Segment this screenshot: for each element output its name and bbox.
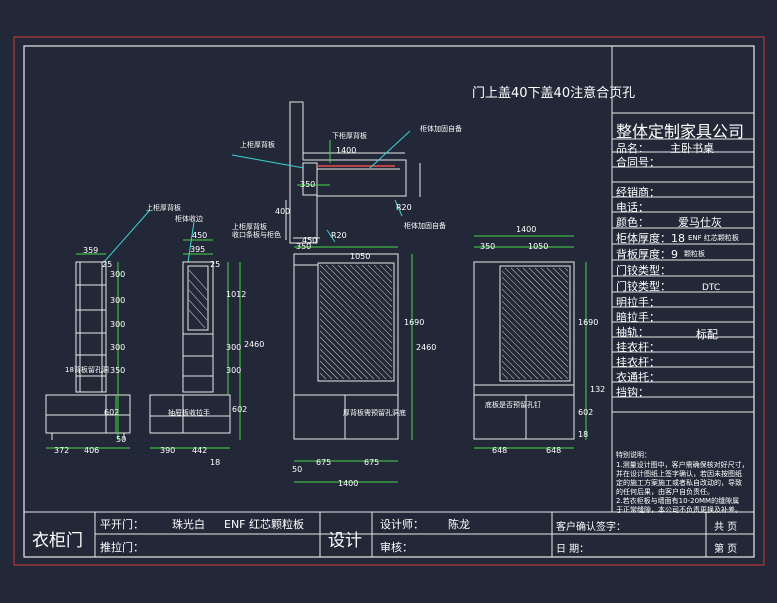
row-hinge-type2-value: DTC — [702, 283, 721, 293]
drawing-label: 132 — [590, 385, 606, 394]
drawing-label: 350 — [296, 242, 312, 251]
drawing-label: 648 — [492, 446, 508, 455]
drawing-label: 300 — [110, 296, 126, 305]
drawing-label: 300 — [226, 366, 242, 375]
drawing-label: 300 — [226, 343, 242, 352]
drawing-label: 400 — [275, 207, 291, 216]
row-hinge-type-label: 门铰类型： — [616, 264, 671, 277]
drawing-label: R20 — [331, 231, 347, 240]
drawing-label: 18 — [578, 430, 589, 439]
drawing-label: 406 — [84, 446, 100, 455]
row-color-label: 颜色： — [616, 216, 649, 229]
drawing-label: 50 — [292, 465, 303, 474]
desk-section-view — [285, 101, 421, 244]
drawing-label: 675 — [364, 458, 380, 467]
row-drawer-rail-label: 抽轨： — [616, 326, 649, 339]
designer-label: 设计师： — [380, 518, 424, 531]
row-hinge-type2-label: 门铰类型： — [616, 280, 671, 293]
row-back-thickness-label: 背板厚度：9 — [616, 248, 678, 261]
flat-door-material: ENF 红芯颗粒板 — [224, 518, 305, 531]
drawing-label: 602 — [104, 408, 120, 417]
drawing-label: 厚背板需预留孔洞底 — [343, 409, 406, 417]
drawing-label: 442 — [192, 446, 208, 455]
drawing-label: 372 — [54, 446, 70, 455]
drawing-label: 395 — [190, 245, 206, 254]
drawing-label: 1050 — [528, 242, 549, 251]
drawing-label: 底板是否预留孔钉 — [485, 401, 541, 409]
drawing-label: 柜体收边 — [175, 215, 203, 223]
drawing-label: 1690 — [404, 318, 425, 327]
row-rail-holder-label: 衣通托： — [616, 371, 660, 384]
drawing-label: 350 — [110, 366, 126, 375]
design-label: 设计 — [328, 531, 362, 551]
row-hanger-label: 挂衣杆： — [616, 341, 660, 354]
designer-name: 陈龙 — [448, 518, 470, 531]
top-note: 门上盖40下盖40注意合页孔 — [472, 86, 636, 101]
drawing-label: 收口条板与柜色 — [232, 231, 281, 239]
client-sign-label: 客户确认签字： — [556, 522, 626, 533]
drawing-label: 18背板留孔洞 — [65, 366, 109, 374]
page-number-label: 第 页 — [714, 544, 738, 555]
drawing-label: 390 — [160, 446, 176, 455]
row-hanger2-label: 挂衣杆： — [616, 356, 660, 369]
drawing-label: 柜体加固自备 — [404, 222, 446, 230]
drawing-label: 抽屉板收拉手 — [168, 409, 210, 417]
drawing-label: 602 — [232, 405, 248, 414]
drawing-label: 上柜厚背板 — [146, 204, 181, 212]
row-open-handle-label: 明拉手： — [616, 296, 660, 309]
review-label: 审核： — [380, 541, 413, 554]
drawing-label: 350 — [480, 242, 496, 251]
drawing-label: 25 — [102, 260, 113, 269]
drawing-label: 300 — [110, 270, 126, 279]
drawing-label: 602 — [578, 408, 594, 417]
drawing-label: 1400 — [338, 479, 359, 488]
row-hook-label: 挡钩： — [616, 386, 649, 399]
note-line: 于正常缝隙，本公司不负责更换及补差。 — [616, 506, 742, 514]
row-body-thickness-label: 柜体厚度：18 — [616, 232, 685, 245]
total-pages-label: 共 页 — [714, 522, 738, 533]
row-hidden-handle-label: 暗拉手： — [616, 311, 660, 324]
drawing-label: 25 — [210, 260, 221, 269]
row-product-value: 主卧书桌 — [670, 142, 714, 155]
sliding-door-label: 推拉门： — [100, 541, 144, 554]
flat-door-label: 平开门： — [100, 518, 144, 531]
drawing-label: 300 — [110, 320, 126, 329]
drawing-label: R20 — [396, 203, 412, 212]
row-color-value: 爱马仕灰 — [678, 216, 722, 229]
company-name: 整体定制家具公司 — [616, 122, 745, 141]
row-back-thickness-value: 颗粒板 — [684, 250, 705, 258]
row-body-thickness-value: ENF 红芯颗粒板 — [688, 234, 739, 242]
notes-title: 特别说明： — [616, 451, 651, 459]
drawing-label: 300 — [110, 343, 126, 352]
drawing-label: 18 — [210, 458, 221, 467]
drawing-label: 1400 — [516, 225, 537, 234]
row-contract-label: 合同号： — [616, 156, 660, 169]
drawing-label: 1012 — [226, 290, 247, 299]
drawing-label: 上柜厚背板 — [240, 141, 275, 149]
flat-door-color: 珠光白 — [172, 518, 205, 531]
row-dealer-label: 经销商： — [616, 186, 660, 199]
drawing-label: 1690 — [578, 318, 599, 327]
row-drawer-rail-value: 标配 — [696, 328, 718, 341]
drawing-label: 350 — [300, 180, 316, 189]
date-label: 日 期： — [556, 544, 590, 555]
drawing-label: 2460 — [416, 343, 437, 352]
drawing-label: 675 — [316, 458, 332, 467]
drawing-label: 648 — [546, 446, 562, 455]
drawing-label: 50 — [116, 435, 127, 444]
drawing-label: 2460 — [244, 340, 265, 349]
row-phone-label: 电话： — [616, 201, 649, 214]
drawing-label: 下柜厚背板 — [332, 132, 367, 140]
drawing-label: 1400 — [336, 146, 357, 155]
view4-cabinet — [473, 261, 575, 440]
drawing-label: 柜体加固自备 — [420, 125, 462, 133]
drawing-label: 1050 — [350, 252, 371, 261]
footer-category: 衣柜门 — [32, 531, 83, 551]
drawing-label: 450 — [192, 231, 208, 240]
drawing-label: 359 — [83, 246, 99, 255]
